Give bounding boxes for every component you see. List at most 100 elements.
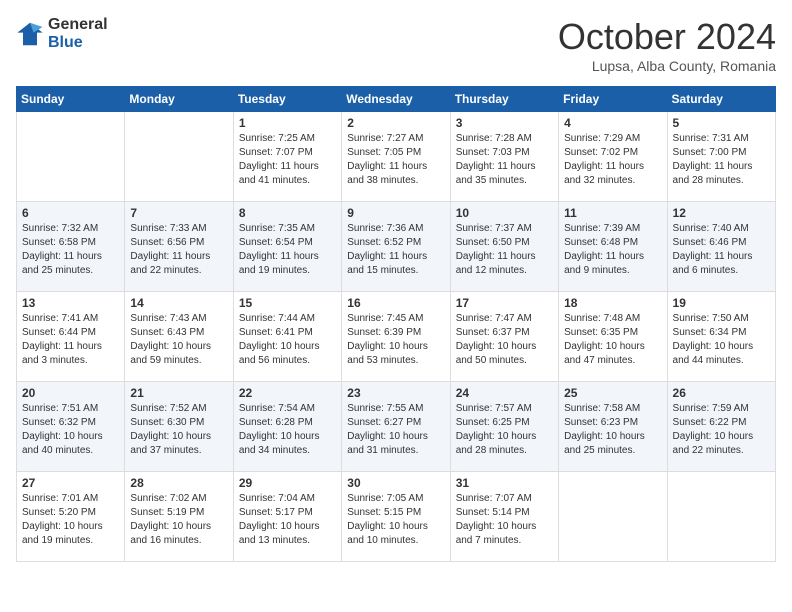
logo-text-line2: Blue xyxy=(48,34,108,52)
calendar-day-cell: 17Sunrise: 7:47 AM Sunset: 6:37 PM Dayli… xyxy=(450,292,558,382)
day-number: 14 xyxy=(130,296,227,310)
logo-icon xyxy=(16,20,44,48)
day-info: Sunrise: 7:50 AM Sunset: 6:34 PM Dayligh… xyxy=(673,312,770,368)
day-info: Sunrise: 7:35 AM Sunset: 6:54 PM Dayligh… xyxy=(239,222,336,278)
calendar-day-cell: 27 Sunrise: 7:01 AM Sunset: 5:20 PM Dayli… xyxy=(17,472,125,562)
calendar-day-cell: 3 Sunrise: 7:28 AM Sunset: 7:03 PM Daylig… xyxy=(450,112,558,202)
weekday-header: Saturday xyxy=(667,87,775,112)
calendar-day-cell: 8Sunrise: 7:35 AM Sunset: 6:54 PM Daylig… xyxy=(233,202,341,292)
calendar-week-row: 27 Sunrise: 7:01 AM Sunset: 5:20 PM Dayli… xyxy=(17,472,776,562)
calendar-day-cell xyxy=(667,472,775,562)
day-number: 11 xyxy=(564,206,661,220)
day-info: Sunrise: 7:57 AM Sunset: 6:25 PM Dayligh… xyxy=(456,402,553,458)
weekday-header: Wednesday xyxy=(342,87,450,112)
calendar-day-cell: 6Sunrise: 7:32 AM Sunset: 6:58 PM Daylig… xyxy=(17,202,125,292)
calendar-day-cell: 31Sunrise: 7:07 AM Sunset: 5:14 PM Dayli… xyxy=(450,472,558,562)
day-info: Sunrise: 7:25 AM Sunset: 7:07 PM Dayligh… xyxy=(239,132,336,188)
calendar-day-cell: 29Sunrise: 7:04 AM Sunset: 5:17 PM Dayli… xyxy=(233,472,341,562)
day-number: 19 xyxy=(673,296,770,310)
day-info: Sunrise: 7:59 AM Sunset: 6:22 PM Dayligh… xyxy=(673,402,770,458)
day-info: Sunrise: 7:37 AM Sunset: 6:50 PM Dayligh… xyxy=(456,222,553,278)
day-info: Sunrise: 7:27 AM Sunset: 7:05 PM Dayligh… xyxy=(347,132,444,188)
calendar-day-cell: 21 Sunrise: 7:52 AM Sunset: 6:30 PM Dayli… xyxy=(125,382,233,472)
day-info: Sunrise: 7:45 AM Sunset: 6:39 PM Dayligh… xyxy=(347,312,444,368)
day-number: 18 xyxy=(564,296,661,310)
calendar-day-cell: 14 Sunrise: 7:43 AM Sunset: 6:43 PM Dayli… xyxy=(125,292,233,382)
calendar-day-cell: 11 Sunrise: 7:39 AM Sunset: 6:48 PM Dayli… xyxy=(559,202,667,292)
day-info: Sunrise: 7:32 AM Sunset: 6:58 PM Dayligh… xyxy=(22,222,119,278)
calendar-day-cell: 18 Sunrise: 7:48 AM Sunset: 6:35 PM Dayli… xyxy=(559,292,667,382)
day-number: 5 xyxy=(673,116,770,130)
day-number: 12 xyxy=(673,206,770,220)
calendar-day-cell: 20 Sunrise: 7:51 AM Sunset: 6:32 PM Dayli… xyxy=(17,382,125,472)
day-info: Sunrise: 7:05 AM Sunset: 5:15 PM Dayligh… xyxy=(347,492,444,548)
weekday-header: Tuesday xyxy=(233,87,341,112)
weekday-header: Sunday xyxy=(17,87,125,112)
month-title: October 2024 xyxy=(558,16,776,58)
calendar-day-cell xyxy=(17,112,125,202)
day-info: Sunrise: 7:29 AM Sunset: 7:02 PM Dayligh… xyxy=(564,132,661,188)
calendar-week-row: 13 Sunrise: 7:41 AM Sunset: 6:44 PM Dayli… xyxy=(17,292,776,382)
day-number: 26 xyxy=(673,386,770,400)
calendar-header-row: SundayMondayTuesdayWednesdayThursdayFrid… xyxy=(17,87,776,112)
weekday-header: Monday xyxy=(125,87,233,112)
day-number: 13 xyxy=(22,296,119,310)
day-number: 24 xyxy=(456,386,553,400)
day-number: 28 xyxy=(130,476,227,490)
day-info: Sunrise: 7:43 AM Sunset: 6:43 PM Dayligh… xyxy=(130,312,227,368)
weekday-header: Thursday xyxy=(450,87,558,112)
day-number: 20 xyxy=(22,386,119,400)
calendar-week-row: 6Sunrise: 7:32 AM Sunset: 6:58 PM Daylig… xyxy=(17,202,776,292)
calendar-day-cell: 16Sunrise: 7:45 AM Sunset: 6:39 PM Dayli… xyxy=(342,292,450,382)
day-info: Sunrise: 7:39 AM Sunset: 6:48 PM Dayligh… xyxy=(564,222,661,278)
calendar-day-cell: 28Sunrise: 7:02 AM Sunset: 5:19 PM Dayli… xyxy=(125,472,233,562)
page-header: General Blue October 2024 Lupsa, Alba Co… xyxy=(16,16,776,74)
calendar-day-cell: 5 Sunrise: 7:31 AM Sunset: 7:00 PM Daylig… xyxy=(667,112,775,202)
calendar-day-cell: 7Sunrise: 7:33 AM Sunset: 6:56 PM Daylig… xyxy=(125,202,233,292)
day-info: Sunrise: 7:47 AM Sunset: 6:37 PM Dayligh… xyxy=(456,312,553,368)
calendar-day-cell: 25Sunrise: 7:58 AM Sunset: 6:23 PM Dayli… xyxy=(559,382,667,472)
day-number: 27 xyxy=(22,476,119,490)
calendar-day-cell: 19 Sunrise: 7:50 AM Sunset: 6:34 PM Dayli… xyxy=(667,292,775,382)
day-info: Sunrise: 7:54 AM Sunset: 6:28 PM Dayligh… xyxy=(239,402,336,458)
location: Lupsa, Alba County, Romania xyxy=(558,58,776,74)
day-number: 3 xyxy=(456,116,553,130)
calendar-day-cell: 24 Sunrise: 7:57 AM Sunset: 6:25 PM Dayli… xyxy=(450,382,558,472)
day-info: Sunrise: 7:36 AM Sunset: 6:52 PM Dayligh… xyxy=(347,222,444,278)
day-number: 15 xyxy=(239,296,336,310)
day-info: Sunrise: 7:07 AM Sunset: 5:14 PM Dayligh… xyxy=(456,492,553,548)
day-number: 23 xyxy=(347,386,444,400)
day-info: Sunrise: 7:51 AM Sunset: 6:32 PM Dayligh… xyxy=(22,402,119,458)
logo-text-line1: General xyxy=(48,16,108,34)
day-info: Sunrise: 7:33 AM Sunset: 6:56 PM Dayligh… xyxy=(130,222,227,278)
day-number: 2 xyxy=(347,116,444,130)
day-number: 25 xyxy=(564,386,661,400)
day-info: Sunrise: 7:55 AM Sunset: 6:27 PM Dayligh… xyxy=(347,402,444,458)
calendar-week-row: 1Sunrise: 7:25 AM Sunset: 7:07 PM Daylig… xyxy=(17,112,776,202)
title-block: October 2024 Lupsa, Alba County, Romania xyxy=(558,16,776,74)
calendar-day-cell: 22 Sunrise: 7:54 AM Sunset: 6:28 PM Dayli… xyxy=(233,382,341,472)
calendar-day-cell: 15 Sunrise: 7:44 AM Sunset: 6:41 PM Dayli… xyxy=(233,292,341,382)
calendar-day-cell xyxy=(125,112,233,202)
day-info: Sunrise: 7:48 AM Sunset: 6:35 PM Dayligh… xyxy=(564,312,661,368)
day-info: Sunrise: 7:31 AM Sunset: 7:00 PM Dayligh… xyxy=(673,132,770,188)
day-info: Sunrise: 7:28 AM Sunset: 7:03 PM Dayligh… xyxy=(456,132,553,188)
calendar-day-cell: 1Sunrise: 7:25 AM Sunset: 7:07 PM Daylig… xyxy=(233,112,341,202)
logo: General Blue xyxy=(16,16,108,51)
day-info: Sunrise: 7:44 AM Sunset: 6:41 PM Dayligh… xyxy=(239,312,336,368)
day-info: Sunrise: 7:40 AM Sunset: 6:46 PM Dayligh… xyxy=(673,222,770,278)
day-info: Sunrise: 7:01 AM Sunset: 5:20 PM Dayligh… xyxy=(22,492,119,548)
calendar-day-cell: 2 Sunrise: 7:27 AM Sunset: 7:05 PM Daylig… xyxy=(342,112,450,202)
day-info: Sunrise: 7:52 AM Sunset: 6:30 PM Dayligh… xyxy=(130,402,227,458)
calendar-table: SundayMondayTuesdayWednesdayThursdayFrid… xyxy=(16,86,776,562)
day-number: 4 xyxy=(564,116,661,130)
calendar-week-row: 20 Sunrise: 7:51 AM Sunset: 6:32 PM Dayli… xyxy=(17,382,776,472)
day-number: 10 xyxy=(456,206,553,220)
calendar-day-cell: 4 Sunrise: 7:29 AM Sunset: 7:02 PM Daylig… xyxy=(559,112,667,202)
day-number: 22 xyxy=(239,386,336,400)
day-number: 30 xyxy=(347,476,444,490)
calendar-day-cell: 10 Sunrise: 7:37 AM Sunset: 6:50 PM Dayli… xyxy=(450,202,558,292)
calendar-day-cell: 23 Sunrise: 7:55 AM Sunset: 6:27 PM Dayli… xyxy=(342,382,450,472)
day-number: 21 xyxy=(130,386,227,400)
day-info: Sunrise: 7:41 AM Sunset: 6:44 PM Dayligh… xyxy=(22,312,119,368)
